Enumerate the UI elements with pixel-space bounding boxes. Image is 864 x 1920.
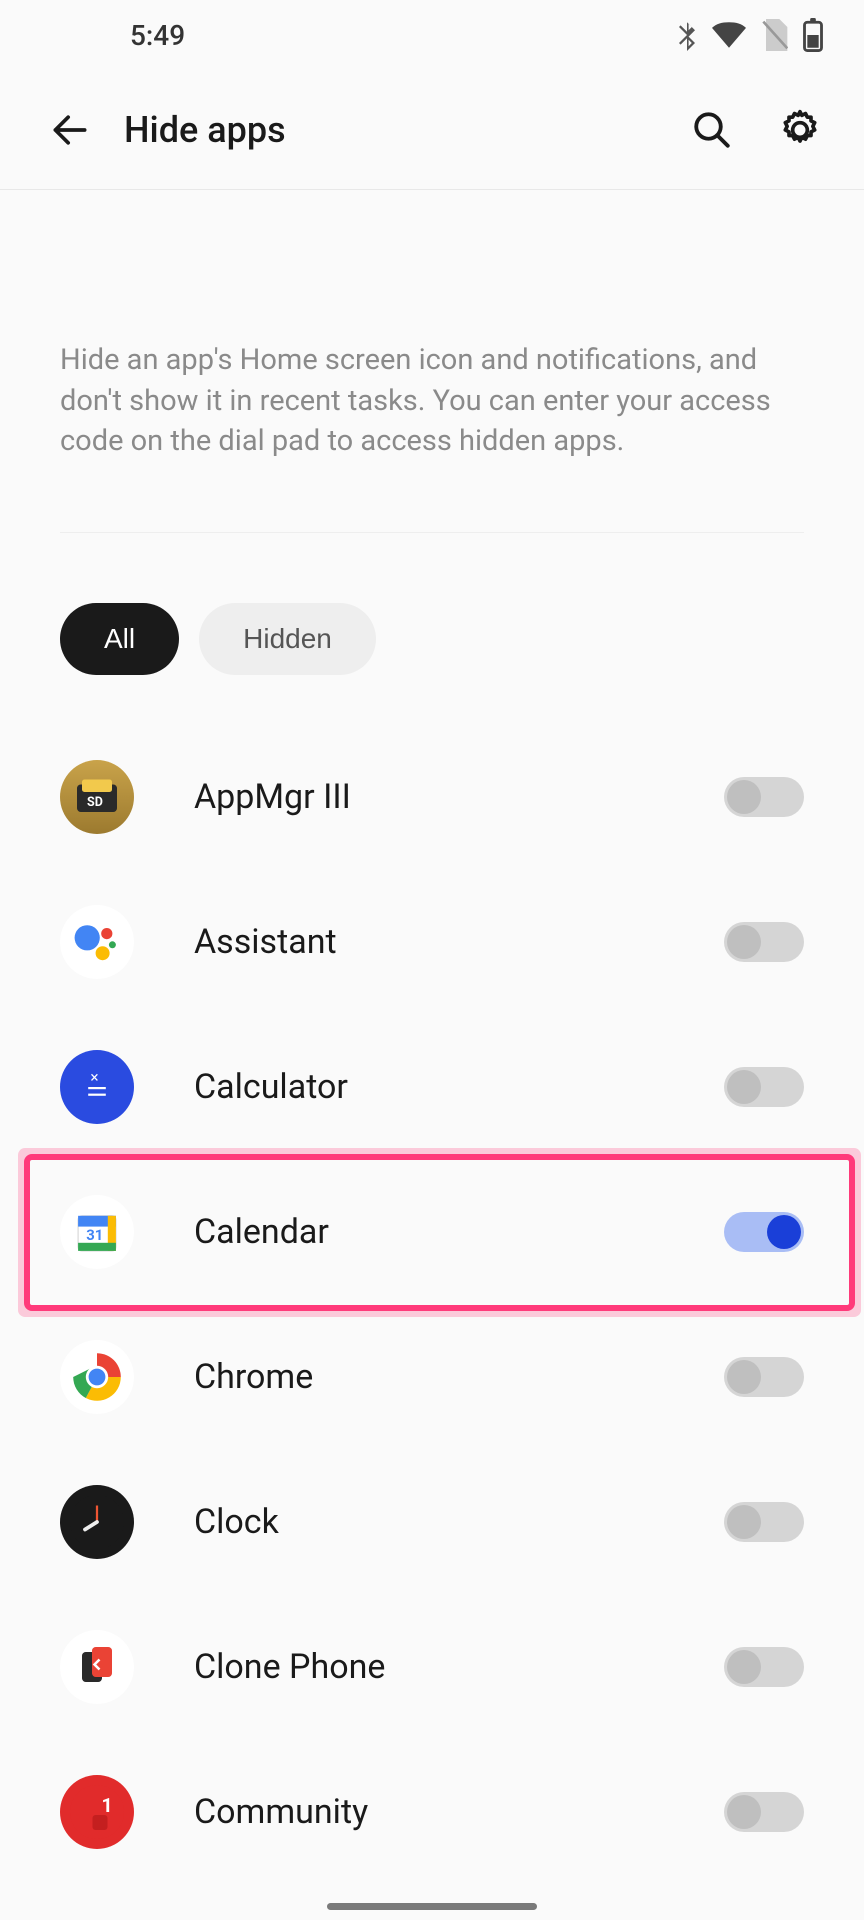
- toggle-clock[interactable]: [724, 1502, 804, 1542]
- app-name-label: Community: [194, 1792, 664, 1832]
- page-title: Hide apps: [124, 109, 688, 151]
- toggle-knob: [727, 1650, 761, 1684]
- toggle-knob: [727, 780, 761, 814]
- no-sim-icon: [760, 19, 788, 51]
- toggle-calculator[interactable]: [724, 1067, 804, 1107]
- clone-icon: [60, 1630, 134, 1704]
- status-icons: [676, 18, 824, 52]
- svg-text:1: 1: [102, 1794, 113, 1817]
- app-row-calculator[interactable]: × Calculator: [60, 1015, 824, 1160]
- toggle-knob: [727, 1505, 761, 1539]
- arrow-left-icon: [48, 108, 92, 152]
- wifi-icon: [712, 22, 746, 48]
- status-bar: 5:49: [0, 0, 864, 70]
- toggle-community[interactable]: [724, 1792, 804, 1832]
- app-row-calendar[interactable]: 31 Calendar: [30, 1160, 849, 1305]
- app-row-community[interactable]: 1 Community: [60, 1740, 824, 1885]
- description-text: Hide an app's Home screen icon and notif…: [60, 340, 804, 533]
- app-list: SD AppMgr III Assistant × Calculator 31 Calend…: [0, 725, 864, 1885]
- description-block: Hide an app's Home screen icon and notif…: [0, 190, 864, 533]
- tab-all[interactable]: All: [60, 603, 179, 675]
- search-icon: [691, 109, 733, 151]
- toggle-knob: [727, 925, 761, 959]
- back-button[interactable]: [40, 100, 100, 160]
- app-name-label: AppMgr III: [194, 777, 664, 817]
- app-name-label: Clock: [194, 1502, 664, 1542]
- tab-hidden[interactable]: Hidden: [199, 603, 376, 675]
- toggle-knob: [727, 1070, 761, 1104]
- filter-tabs: All Hidden: [0, 533, 864, 725]
- toggle-assistant[interactable]: [724, 922, 804, 962]
- app-name-label: Assistant: [194, 922, 664, 962]
- gear-icon: [778, 108, 822, 152]
- toggle-calendar[interactable]: [724, 1212, 804, 1252]
- settings-button[interactable]: [776, 106, 824, 154]
- svg-text:SD: SD: [87, 795, 103, 810]
- toggle-knob: [727, 1795, 761, 1829]
- app-name-label: Clone Phone: [194, 1647, 664, 1687]
- app-name-label: Calculator: [194, 1067, 664, 1107]
- app-row-clock[interactable]: Clock: [60, 1450, 824, 1595]
- toggle-knob: [727, 1360, 761, 1394]
- app-row-appmgr[interactable]: SD AppMgr III: [60, 725, 824, 870]
- toggle-chrome[interactable]: [724, 1357, 804, 1397]
- clock-icon: [60, 1485, 134, 1559]
- calendar-icon: 31: [60, 1195, 134, 1269]
- battery-icon: [802, 18, 824, 52]
- community-icon: 1: [60, 1775, 134, 1849]
- calculator-icon: ×: [60, 1050, 134, 1124]
- svg-text:×: ×: [90, 1069, 98, 1087]
- search-button[interactable]: [688, 106, 736, 154]
- assistant-icon: [60, 905, 134, 979]
- toggle-knob: [767, 1215, 801, 1249]
- bluetooth-icon: [676, 19, 698, 51]
- app-bar: Hide apps: [0, 70, 864, 190]
- nav-handle[interactable]: [327, 1903, 537, 1910]
- svg-text:31: 31: [86, 1226, 103, 1244]
- app-name-label: Chrome: [194, 1357, 664, 1397]
- toggle-clone[interactable]: [724, 1647, 804, 1687]
- app-row-assistant[interactable]: Assistant: [60, 870, 824, 1015]
- toggle-appmgr[interactable]: [724, 777, 804, 817]
- app-row-chrome[interactable]: Chrome: [60, 1305, 824, 1450]
- chrome-icon: [60, 1340, 134, 1414]
- app-name-label: Calendar: [194, 1212, 664, 1252]
- appmgr-icon: SD: [60, 760, 134, 834]
- app-row-clone[interactable]: Clone Phone: [60, 1595, 824, 1740]
- status-time: 5:49: [130, 19, 185, 52]
